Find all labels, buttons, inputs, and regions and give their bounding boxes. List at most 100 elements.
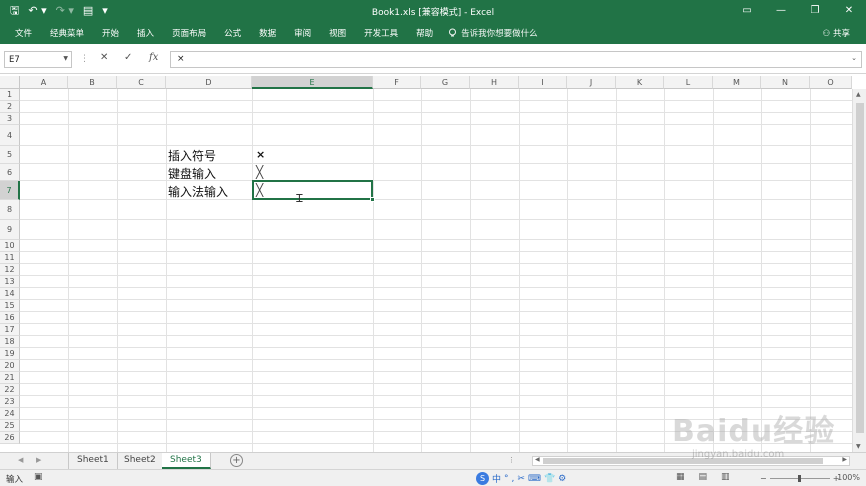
share-button[interactable]: ⚇ 共享 xyxy=(823,27,850,39)
tab-split-icon[interactable]: ⋮ xyxy=(508,456,515,464)
row-header[interactable]: 16 xyxy=(0,312,20,324)
tab-help[interactable]: 帮助 xyxy=(407,27,442,39)
minimize-icon[interactable]: — xyxy=(764,0,798,22)
tab-data[interactable]: 数据 xyxy=(250,27,285,39)
column-header[interactable]: N xyxy=(761,76,810,89)
next-sheet-icon[interactable]: ▶ xyxy=(36,456,41,464)
cancel-entry-icon[interactable]: ✕ xyxy=(100,52,108,63)
column-header[interactable]: O xyxy=(810,76,852,89)
tab-file[interactable]: 文件 xyxy=(6,27,41,39)
ime-scissors-icon[interactable]: ✂ xyxy=(517,474,525,484)
tab-review[interactable]: 审阅 xyxy=(285,27,320,39)
row-header[interactable]: 11 xyxy=(0,252,20,264)
cell-d5[interactable]: 插入符号 xyxy=(168,147,216,164)
select-all-button[interactable] xyxy=(0,76,20,89)
column-header[interactable]: C xyxy=(117,76,166,89)
cell-e5[interactable]: × xyxy=(256,148,265,161)
row-header[interactable]: 1 xyxy=(0,89,20,101)
confirm-entry-icon[interactable]: ✓ xyxy=(124,52,132,63)
tell-me-search[interactable]: 告诉我你想要做什么 xyxy=(448,27,538,39)
row-header[interactable]: 15 xyxy=(0,300,20,312)
scroll-left-icon[interactable]: ◀ xyxy=(535,456,540,463)
row-header[interactable]: 17 xyxy=(0,324,20,336)
column-header[interactable]: A xyxy=(20,76,68,89)
formula-bar-grip-icon[interactable]: ⋮ xyxy=(80,54,89,64)
page-layout-view-icon[interactable]: ▤ xyxy=(699,472,708,482)
cell-d6[interactable]: 键盘输入 xyxy=(168,165,216,182)
zoom-slider[interactable]: − + xyxy=(760,474,839,483)
column-header-selected[interactable]: E xyxy=(252,76,373,89)
tab-view[interactable]: 视图 xyxy=(320,27,355,39)
cell-e6[interactable]: ╳ xyxy=(256,165,263,179)
close-icon[interactable]: ✕ xyxy=(832,0,866,22)
ime-comma-icon[interactable]: , xyxy=(512,474,515,484)
row-header[interactable]: 8 xyxy=(0,200,20,220)
row-header[interactable]: 20 xyxy=(0,360,20,372)
column-header[interactable]: L xyxy=(664,76,713,89)
row-header[interactable]: 24 xyxy=(0,408,20,420)
ime-punctuation-icon[interactable]: ° xyxy=(504,474,509,484)
ime-keyboard-icon[interactable]: ⌨ xyxy=(528,474,541,484)
tab-page-layout[interactable]: 页面布局 xyxy=(163,27,215,39)
row-header[interactable]: 12 xyxy=(0,264,20,276)
zoom-level[interactable]: 100% xyxy=(837,473,860,482)
row-header[interactable]: 4 xyxy=(0,125,20,146)
tab-developer[interactable]: 开发工具 xyxy=(355,27,407,39)
row-header[interactable]: 21 xyxy=(0,372,20,384)
column-header[interactable]: F xyxy=(373,76,421,89)
worksheet-grid[interactable]: A B C D E F G H I J K L M N O 1 2 3 4 5 … xyxy=(0,74,866,452)
horizontal-scrollbar[interactable]: ◀ ▶ xyxy=(532,456,850,466)
ribbon-display-icon[interactable]: ▭ xyxy=(730,0,764,22)
ime-settings-icon[interactable]: ⚙ xyxy=(558,474,566,484)
tab-home[interactable]: 开始 xyxy=(93,27,128,39)
formula-input[interactable]: × ⌄ xyxy=(170,51,862,68)
ime-skin-icon[interactable]: 👕 xyxy=(544,474,555,484)
column-header[interactable]: G xyxy=(421,76,470,89)
expand-formula-icon[interactable]: ⌄ xyxy=(851,54,857,62)
row-header[interactable]: 10 xyxy=(0,240,20,252)
row-header[interactable]: 6 xyxy=(0,164,20,181)
active-cell-border[interactable] xyxy=(252,180,375,202)
scroll-down-icon[interactable]: ▼ xyxy=(856,443,861,450)
row-header-selected[interactable]: 7 xyxy=(0,181,20,200)
restore-icon[interactable]: ❐ xyxy=(798,0,832,22)
zoom-out-icon[interactable]: − xyxy=(760,474,767,483)
row-header[interactable]: 5 xyxy=(0,146,20,164)
scroll-up-icon[interactable]: ▲ xyxy=(856,91,861,98)
ime-logo-icon[interactable]: S xyxy=(476,472,489,485)
scroll-right-icon[interactable]: ▶ xyxy=(842,456,847,463)
cell-d7[interactable]: 输入法输入 xyxy=(168,183,228,200)
column-header[interactable]: H xyxy=(470,76,519,89)
row-header[interactable]: 25 xyxy=(0,420,20,432)
row-header[interactable]: 23 xyxy=(0,396,20,408)
prev-sheet-icon[interactable]: ◀ xyxy=(18,456,23,464)
tab-insert[interactable]: 插入 xyxy=(128,27,163,39)
column-header[interactable]: J xyxy=(567,76,616,89)
row-header[interactable]: 14 xyxy=(0,288,20,300)
row-header[interactable]: 13 xyxy=(0,276,20,288)
normal-view-icon[interactable]: ▦ xyxy=(676,472,685,482)
add-sheet-icon[interactable]: + xyxy=(230,454,243,467)
column-header[interactable]: K xyxy=(616,76,664,89)
sheet-tab-sheet2[interactable]: Sheet2 xyxy=(116,453,165,469)
row-header[interactable]: 3 xyxy=(0,113,20,125)
insert-function-icon[interactable]: fx xyxy=(149,52,158,63)
tab-classic-menu[interactable]: 经典菜单 xyxy=(41,27,93,39)
row-header[interactable]: 9 xyxy=(0,220,20,240)
row-header[interactable]: 18 xyxy=(0,336,20,348)
scrollbar-thumb[interactable] xyxy=(856,103,864,433)
column-header[interactable]: I xyxy=(519,76,567,89)
page-break-view-icon[interactable]: ▥ xyxy=(721,472,730,482)
column-header[interactable]: B xyxy=(68,76,117,89)
row-header[interactable]: 26 xyxy=(0,432,20,444)
row-header[interactable]: 19 xyxy=(0,348,20,360)
tab-formulas[interactable]: 公式 xyxy=(215,27,250,39)
chevron-down-icon[interactable]: ▼ xyxy=(63,55,68,62)
row-header[interactable]: 22 xyxy=(0,384,20,396)
name-box[interactable]: E7 ▼ xyxy=(4,51,72,68)
macro-record-icon[interactable]: ▣ xyxy=(34,472,43,482)
zoom-track[interactable] xyxy=(769,475,830,482)
sheet-tab-sheet3[interactable]: Sheet3 xyxy=(162,453,211,469)
ime-chinese-mode[interactable]: 中 xyxy=(492,472,501,485)
column-header[interactable]: D xyxy=(166,76,252,89)
